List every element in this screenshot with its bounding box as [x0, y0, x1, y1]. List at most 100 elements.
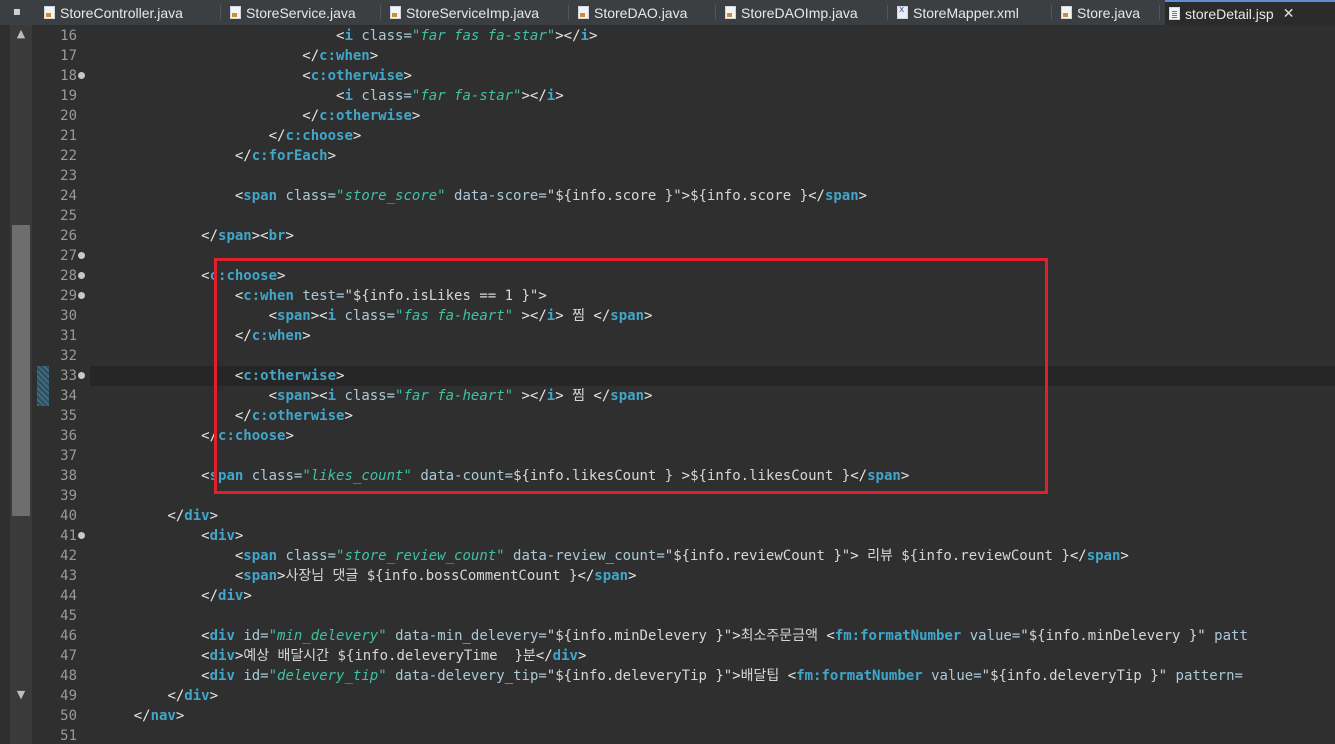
token: > [521, 88, 530, 104]
code-text[interactable]: <c:when test="${info.isLikes == 1 }"> [100, 286, 547, 306]
code-text[interactable]: <span><i class="far fa-heart" ></i> 찜 </… [100, 386, 653, 406]
fold-marker-icon[interactable] [78, 532, 85, 539]
code-line[interactable]: 21 </c:choose> [32, 126, 1335, 146]
code-text[interactable]: </c:otherwise> [100, 406, 353, 426]
tab-list-menu-icon[interactable]: ▪ [0, 0, 34, 25]
code-text[interactable]: <span>사장님 댓글 ${info.bossCommentCount }</… [100, 566, 637, 586]
token: value= [969, 628, 1021, 644]
vertical-scrollbar[interactable]: ▲ ▼ [10, 25, 32, 744]
fold-marker-icon[interactable] [78, 372, 85, 379]
tab-storedao-java[interactable]: StoreDAO.java [574, 0, 720, 25]
code-line[interactable]: 19 <i class="far fa-star"></i> [32, 86, 1335, 106]
code-line[interactable]: 34 <span><i class="far fa-heart" ></i> 찜… [32, 386, 1335, 406]
code-text[interactable]: </c:choose> [100, 126, 362, 146]
code-text[interactable]: <c:otherwise> [100, 366, 345, 386]
code-text[interactable]: <div id="delevery_tip" data-delevery_tip… [100, 666, 1243, 686]
code-text[interactable]: <div> [100, 526, 243, 546]
code-line[interactable]: 38 <span class="likes_count" data-count=… [32, 466, 1335, 486]
code-line[interactable]: 28 <c:choose> [32, 266, 1335, 286]
code-text[interactable]: <div>예상 배달시간 ${info.deleveryTime }분</div… [100, 646, 586, 666]
code-line[interactable]: 16 <i class="far fas fa-star"></i> [32, 26, 1335, 46]
code-text[interactable]: </nav> [100, 706, 185, 726]
token: "store_review_count" [336, 548, 505, 564]
code-text[interactable]: <c:otherwise> [100, 66, 412, 86]
code-line[interactable]: 41 <div> [32, 526, 1335, 546]
token: class= [361, 88, 412, 104]
code-text[interactable]: <span class="store_score" data-score="${… [100, 186, 867, 206]
line-number: 33 [60, 368, 77, 384]
scroll-thumb[interactable] [12, 225, 30, 516]
fold-marker-icon[interactable] [78, 292, 85, 299]
code-line[interactable]: 40 </div> [32, 506, 1335, 526]
code-line[interactable]: 27 [32, 246, 1335, 266]
code-text[interactable]: </div> [100, 586, 252, 606]
code-line[interactable]: 51 [32, 726, 1335, 744]
code-line[interactable]: 32 [32, 346, 1335, 366]
code-text[interactable]: <span><i class="fas fa-heart" ></i> 찜 </… [100, 306, 653, 326]
code-text[interactable]: </span><br> [100, 226, 294, 246]
code-line[interactable]: 20 </c:otherwise> [32, 106, 1335, 126]
tab-storeserviceimp-java[interactable]: StoreServiceImp.java [386, 0, 560, 25]
tab-separator [568, 5, 569, 20]
code-text[interactable]: </c:when> [100, 46, 378, 66]
scroll-down-icon[interactable]: ▼ [10, 686, 32, 704]
code-text[interactable]: </c:forEach> [100, 146, 336, 166]
code-line[interactable]: 31 </c:when> [32, 326, 1335, 346]
code-text[interactable]: </c:when> [100, 326, 311, 346]
code-text[interactable]: <i class="far fas fa-star"></i> [100, 26, 597, 46]
code-line[interactable]: 45 [32, 606, 1335, 626]
code-line[interactable]: 36 </c:choose> [32, 426, 1335, 446]
code-line[interactable]: 24 <span class="store_score" data-score=… [32, 186, 1335, 206]
code-line[interactable]: 48 <div id="delevery_tip" data-delevery_… [32, 666, 1335, 686]
fold-marker-icon[interactable] [78, 72, 85, 79]
code-line[interactable]: 35 </c:otherwise> [32, 406, 1335, 426]
code-line[interactable]: 37 [32, 446, 1335, 466]
code-text[interactable]: <span class="store_review_count" data-re… [100, 546, 1129, 566]
tab-storeservice-java[interactable]: StoreService.java [226, 0, 380, 25]
token: span [824, 188, 859, 204]
token: > [644, 388, 653, 404]
code-line[interactable]: 33 <c:otherwise> [32, 366, 1335, 386]
code-line[interactable]: 42 <span class="store_review_count" data… [32, 546, 1335, 566]
fold-marker-icon[interactable] [78, 252, 85, 259]
tab-store-java[interactable]: Store.java [1057, 0, 1159, 25]
code-text[interactable]: <c:choose> [100, 266, 285, 286]
token: "${info.score }" [546, 188, 682, 204]
code-text[interactable]: </div> [100, 686, 218, 706]
token: < [302, 68, 311, 84]
code-text[interactable]: </c:choose> [100, 426, 294, 446]
code-line[interactable]: 46 <div id="min_delevery" data-min_delev… [32, 626, 1335, 646]
code-line[interactable]: 39 [32, 486, 1335, 506]
fold-marker-icon[interactable] [78, 272, 85, 279]
tab-storecontroller-java[interactable]: StoreController.java [40, 0, 224, 25]
tab-label: StoreDAOImp.java [741, 4, 858, 21]
code-text[interactable]: </c:otherwise> [100, 106, 420, 126]
code-line[interactable]: 44 </div> [32, 586, 1335, 606]
code-line[interactable]: 23 [32, 166, 1335, 186]
token: c:otherwise [319, 108, 412, 124]
tab-label: storeDetail.jsp [1185, 5, 1274, 22]
code-editor[interactable]: 16 <i class="far fas fa-star"></i> 17 </c… [32, 25, 1335, 744]
code-line[interactable]: 26 </span><br> [32, 226, 1335, 246]
code-line[interactable]: 22 </c:forEach> [32, 146, 1335, 166]
tab-storemapper-xml[interactable]: StoreMapper.xml [893, 0, 1050, 25]
code-line[interactable]: 29 <c:when test="${info.isLikes == 1 }"> [32, 286, 1335, 306]
token: 찜 [563, 308, 594, 324]
code-line[interactable]: 50 </nav> [32, 706, 1335, 726]
tab-storedetail-jsp[interactable]: storeDetail.jsp ✕ [1165, 0, 1335, 25]
code-line[interactable]: 30 <span><i class="fas fa-heart" ></i> 찜… [32, 306, 1335, 326]
close-tab-icon[interactable]: ✕ [1283, 5, 1295, 22]
code-text[interactable]: </div> [100, 506, 218, 526]
code-line[interactable]: 43 <span>사장님 댓글 ${info.bossCommentCount … [32, 566, 1335, 586]
code-line[interactable]: 47 <div>예상 배달시간 ${info.deleveryTime }분</… [32, 646, 1335, 666]
token: </ [302, 108, 320, 124]
code-text[interactable]: <span class="likes_count" data-count=${i… [100, 466, 909, 486]
code-line[interactable]: 25 [32, 206, 1335, 226]
code-line[interactable]: 18 <c:otherwise> [32, 66, 1335, 86]
scroll-up-icon[interactable]: ▲ [10, 25, 32, 43]
code-text[interactable]: <div id="min_delevery" data-min_delevery… [100, 626, 1248, 646]
code-line[interactable]: 49 </div> [32, 686, 1335, 706]
tab-storedaoimp-java[interactable]: StoreDAOImp.java [721, 0, 879, 25]
code-line[interactable]: 17 </c:when> [32, 46, 1335, 66]
code-text[interactable]: <i class="far fa-star"></i> [100, 86, 564, 106]
